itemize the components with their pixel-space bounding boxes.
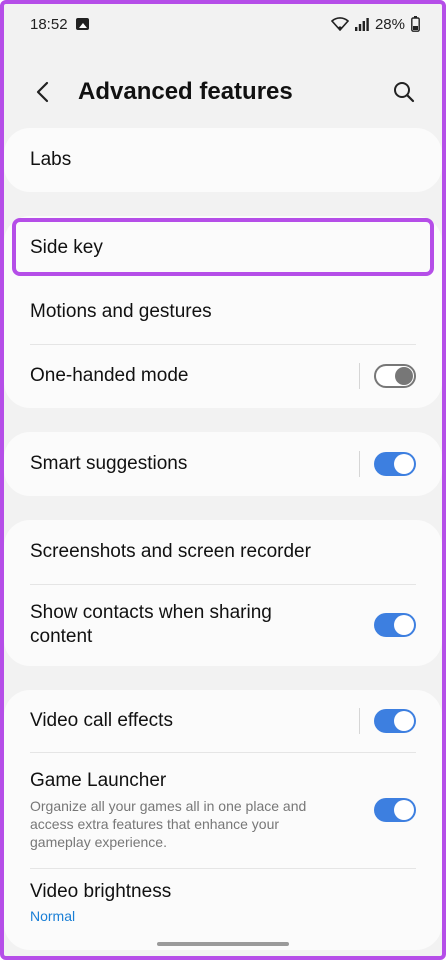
signal-icon [354, 17, 369, 31]
show-contacts-toggle[interactable] [374, 613, 416, 637]
divider [30, 344, 416, 345]
game-launcher-toggle[interactable] [374, 798, 416, 822]
setting-show-contacts[interactable]: Show contacts when sharing content [4, 584, 442, 666]
search-icon [394, 82, 415, 103]
back-button[interactable] [28, 78, 56, 106]
video-call-effects-toggle[interactable] [374, 709, 416, 733]
setting-one-handed-mode[interactable]: One-handed mode [4, 344, 442, 408]
battery-percent: 28% [374, 15, 405, 33]
setting-game-launcher[interactable]: Game Launcher Organize all your games al… [4, 752, 442, 868]
home-indicator[interactable] [157, 942, 289, 946]
setting-smart-suggestions-label: Smart suggestions [30, 453, 188, 474]
card-smart-suggestions: Smart suggestions [4, 432, 442, 496]
setting-one-handed-mode-label: One-handed mode [30, 365, 189, 386]
setting-smart-suggestions[interactable]: Smart suggestions [4, 432, 442, 496]
separator-bar [359, 451, 360, 477]
setting-labs[interactable]: Labs [4, 128, 442, 192]
app-header: Advanced features [4, 62, 442, 122]
separator-bar [359, 363, 360, 389]
gallery-notification-icon [75, 18, 89, 30]
divider [30, 868, 416, 869]
separator-bar [359, 708, 360, 734]
status-time: 18:52 [30, 15, 68, 33]
screen-frame: 18:52 28% Advanced features Labs Side ke… [0, 0, 446, 960]
card-labs: Labs [4, 128, 442, 192]
battery-icon [411, 16, 420, 32]
setting-screenshots-recorder-label: Screenshots and screen recorder [30, 541, 311, 562]
card-sharing: Screenshots and screen recorder Show con… [4, 520, 442, 666]
setting-screenshots-recorder[interactable]: Screenshots and screen recorder [4, 520, 442, 584]
setting-video-call-effects[interactable]: Video call effects [4, 690, 442, 752]
setting-motions-gestures[interactable]: Motions and gestures [4, 280, 442, 344]
setting-video-brightness[interactable]: Video brightness Normal [4, 868, 442, 942]
setting-game-launcher-label: Game Launcher [30, 770, 167, 791]
setting-side-key[interactable]: Side key [4, 216, 442, 280]
divider [30, 752, 416, 753]
chevron-left-icon [36, 81, 49, 103]
page-title: Advanced features [78, 78, 293, 105]
setting-game-launcher-description: Organize all your games all in one place… [30, 798, 307, 850]
search-button[interactable] [390, 78, 418, 106]
setting-video-brightness-value: Normal [30, 908, 76, 924]
divider [30, 584, 416, 585]
card-controls: Side key Motions and gestures One-handed… [4, 216, 442, 408]
setting-labs-label: Labs [30, 149, 72, 170]
setting-video-brightness-label: Video brightness [30, 881, 172, 902]
setting-motions-gestures-label: Motions and gestures [30, 301, 212, 322]
smart-suggestions-toggle[interactable] [374, 452, 416, 476]
setting-side-key-label: Side key [30, 237, 103, 258]
wifi-icon [330, 17, 349, 31]
setting-show-contacts-label: Show contacts when sharing content [30, 602, 272, 647]
status-bar: 18:52 28% [4, 4, 442, 44]
card-media: Video call effects Game Launcher Organiz… [4, 690, 442, 950]
one-handed-mode-toggle[interactable] [374, 364, 416, 388]
setting-video-call-effects-label: Video call effects [30, 710, 173, 731]
